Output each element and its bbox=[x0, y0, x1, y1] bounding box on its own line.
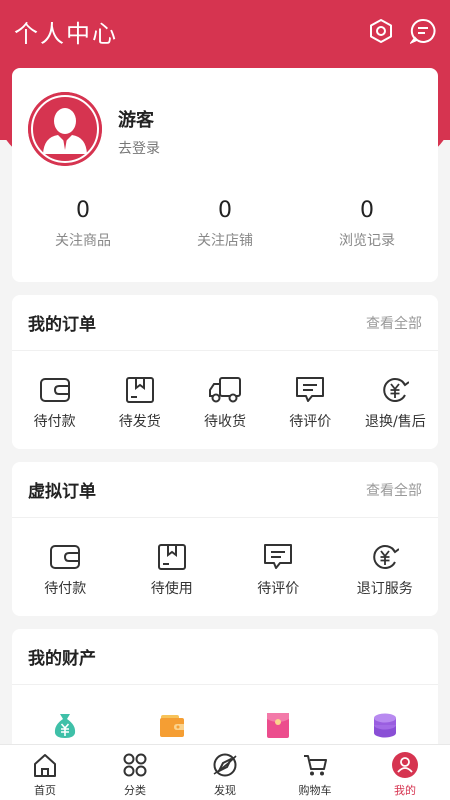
box-icon bbox=[155, 542, 189, 572]
stat-followed-goods[interactable]: 0 关注商品 bbox=[12, 196, 154, 250]
order-label: 待付款 bbox=[33, 414, 76, 430]
compass-icon bbox=[211, 751, 239, 779]
hexagon-settings-icon[interactable] bbox=[368, 18, 394, 44]
avatar[interactable] bbox=[28, 92, 102, 166]
my-orders-card: 我的订单 查看全部 待付款 待发货 待收货 待评价 退换/售后 bbox=[12, 295, 438, 449]
login-link[interactable]: 去登录 bbox=[118, 138, 160, 158]
money-bag-icon bbox=[51, 711, 79, 743]
red-envelope-icon bbox=[264, 711, 292, 743]
wallet-icon bbox=[38, 375, 72, 405]
stat-value: 0 bbox=[76, 198, 90, 223]
stat-followed-shops[interactable]: 0 关注店铺 bbox=[154, 196, 296, 250]
grid-icon bbox=[121, 751, 149, 779]
section-header: 我的财产 bbox=[12, 629, 438, 685]
section-title: 我的财产 bbox=[28, 649, 96, 669]
order-label: 待收货 bbox=[204, 414, 246, 430]
tab-label: 我的 bbox=[394, 784, 416, 797]
stat-label: 关注商品 bbox=[55, 233, 111, 249]
order-after-sales[interactable]: 退换/售后 bbox=[353, 375, 438, 431]
stat-label: 关注店铺 bbox=[197, 233, 253, 249]
profile-stats: 0 关注商品 0 关注店铺 0 浏览记录 bbox=[12, 196, 438, 250]
virtual-refund-service[interactable]: 退订服务 bbox=[332, 542, 439, 598]
tab-label: 发现 bbox=[214, 784, 236, 797]
message-icon[interactable] bbox=[410, 18, 436, 44]
stat-label: 浏览记录 bbox=[339, 233, 395, 249]
comment-icon bbox=[261, 542, 295, 572]
user-name: 游客 bbox=[118, 110, 154, 131]
view-all-virtual-link[interactable]: 查看全部 bbox=[366, 480, 422, 500]
asset-wallet[interactable] bbox=[119, 711, 226, 743]
tab-home[interactable]: 首页 bbox=[0, 745, 90, 800]
cart-icon bbox=[301, 751, 329, 779]
virtual-pending-payment[interactable]: 待付款 bbox=[12, 542, 119, 598]
order-pending-receipt[interactable]: 待收货 bbox=[182, 375, 267, 431]
page-title: 个人中心 bbox=[14, 19, 118, 48]
yuan-icon bbox=[378, 375, 412, 405]
wallet-icon bbox=[48, 542, 82, 572]
order-pending-shipment[interactable]: 待发货 bbox=[97, 375, 182, 431]
yuan-icon bbox=[368, 542, 402, 572]
order-label: 待评价 bbox=[289, 414, 332, 430]
virtual-pending-use[interactable]: 待使用 bbox=[119, 542, 226, 598]
box-icon bbox=[123, 375, 157, 405]
user-icon bbox=[391, 751, 419, 779]
section-title: 虚拟订单 bbox=[28, 482, 96, 502]
asset-red-envelope[interactable] bbox=[225, 711, 332, 743]
truck-icon bbox=[208, 375, 242, 405]
order-label: 退订服务 bbox=[356, 581, 413, 597]
comment-icon bbox=[293, 375, 327, 405]
asset-points[interactable] bbox=[332, 711, 439, 743]
tab-label: 分类 bbox=[124, 784, 146, 797]
tab-mine[interactable]: 我的 bbox=[360, 745, 450, 800]
virtual-orders-card: 虚拟订单 查看全部 待付款 待使用 待评价 退订服务 bbox=[12, 462, 438, 616]
section-header: 我的订单 查看全部 bbox=[12, 295, 438, 351]
stat-value: 0 bbox=[360, 198, 374, 223]
profile-card: 游客 去登录 0 关注商品 0 关注店铺 0 浏览记录 bbox=[12, 68, 438, 282]
tab-label: 购物车 bbox=[298, 784, 332, 797]
order-pending-payment[interactable]: 待付款 bbox=[12, 375, 97, 431]
tab-category[interactable]: 分类 bbox=[90, 745, 180, 800]
order-label: 待发货 bbox=[118, 414, 161, 430]
top-bar: 个人中心 bbox=[0, 0, 450, 62]
tab-cart[interactable]: 购物车 bbox=[270, 745, 360, 800]
order-label: 待使用 bbox=[150, 581, 193, 597]
section-title: 我的订单 bbox=[28, 315, 96, 335]
order-label: 待付款 bbox=[44, 581, 87, 597]
order-pending-review[interactable]: 待评价 bbox=[268, 375, 353, 431]
home-icon bbox=[31, 751, 59, 779]
tab-discover[interactable]: 发现 bbox=[180, 745, 270, 800]
order-label: 待评价 bbox=[257, 581, 300, 597]
coins-stack-icon bbox=[371, 711, 399, 743]
tab-label: 首页 bbox=[34, 784, 56, 797]
bottom-tab-bar: 首页 分类 发现 购物车 我的 bbox=[0, 744, 450, 800]
wallet-orange-icon bbox=[158, 711, 186, 743]
stat-browse-history[interactable]: 0 浏览记录 bbox=[296, 196, 438, 250]
stat-value: 0 bbox=[218, 198, 232, 223]
view-all-orders-link[interactable]: 查看全部 bbox=[366, 313, 422, 333]
order-label: 退换/售后 bbox=[365, 414, 426, 430]
virtual-pending-review[interactable]: 待评价 bbox=[225, 542, 332, 598]
asset-balance[interactable] bbox=[12, 711, 119, 743]
section-header: 虚拟订单 查看全部 bbox=[12, 462, 438, 518]
